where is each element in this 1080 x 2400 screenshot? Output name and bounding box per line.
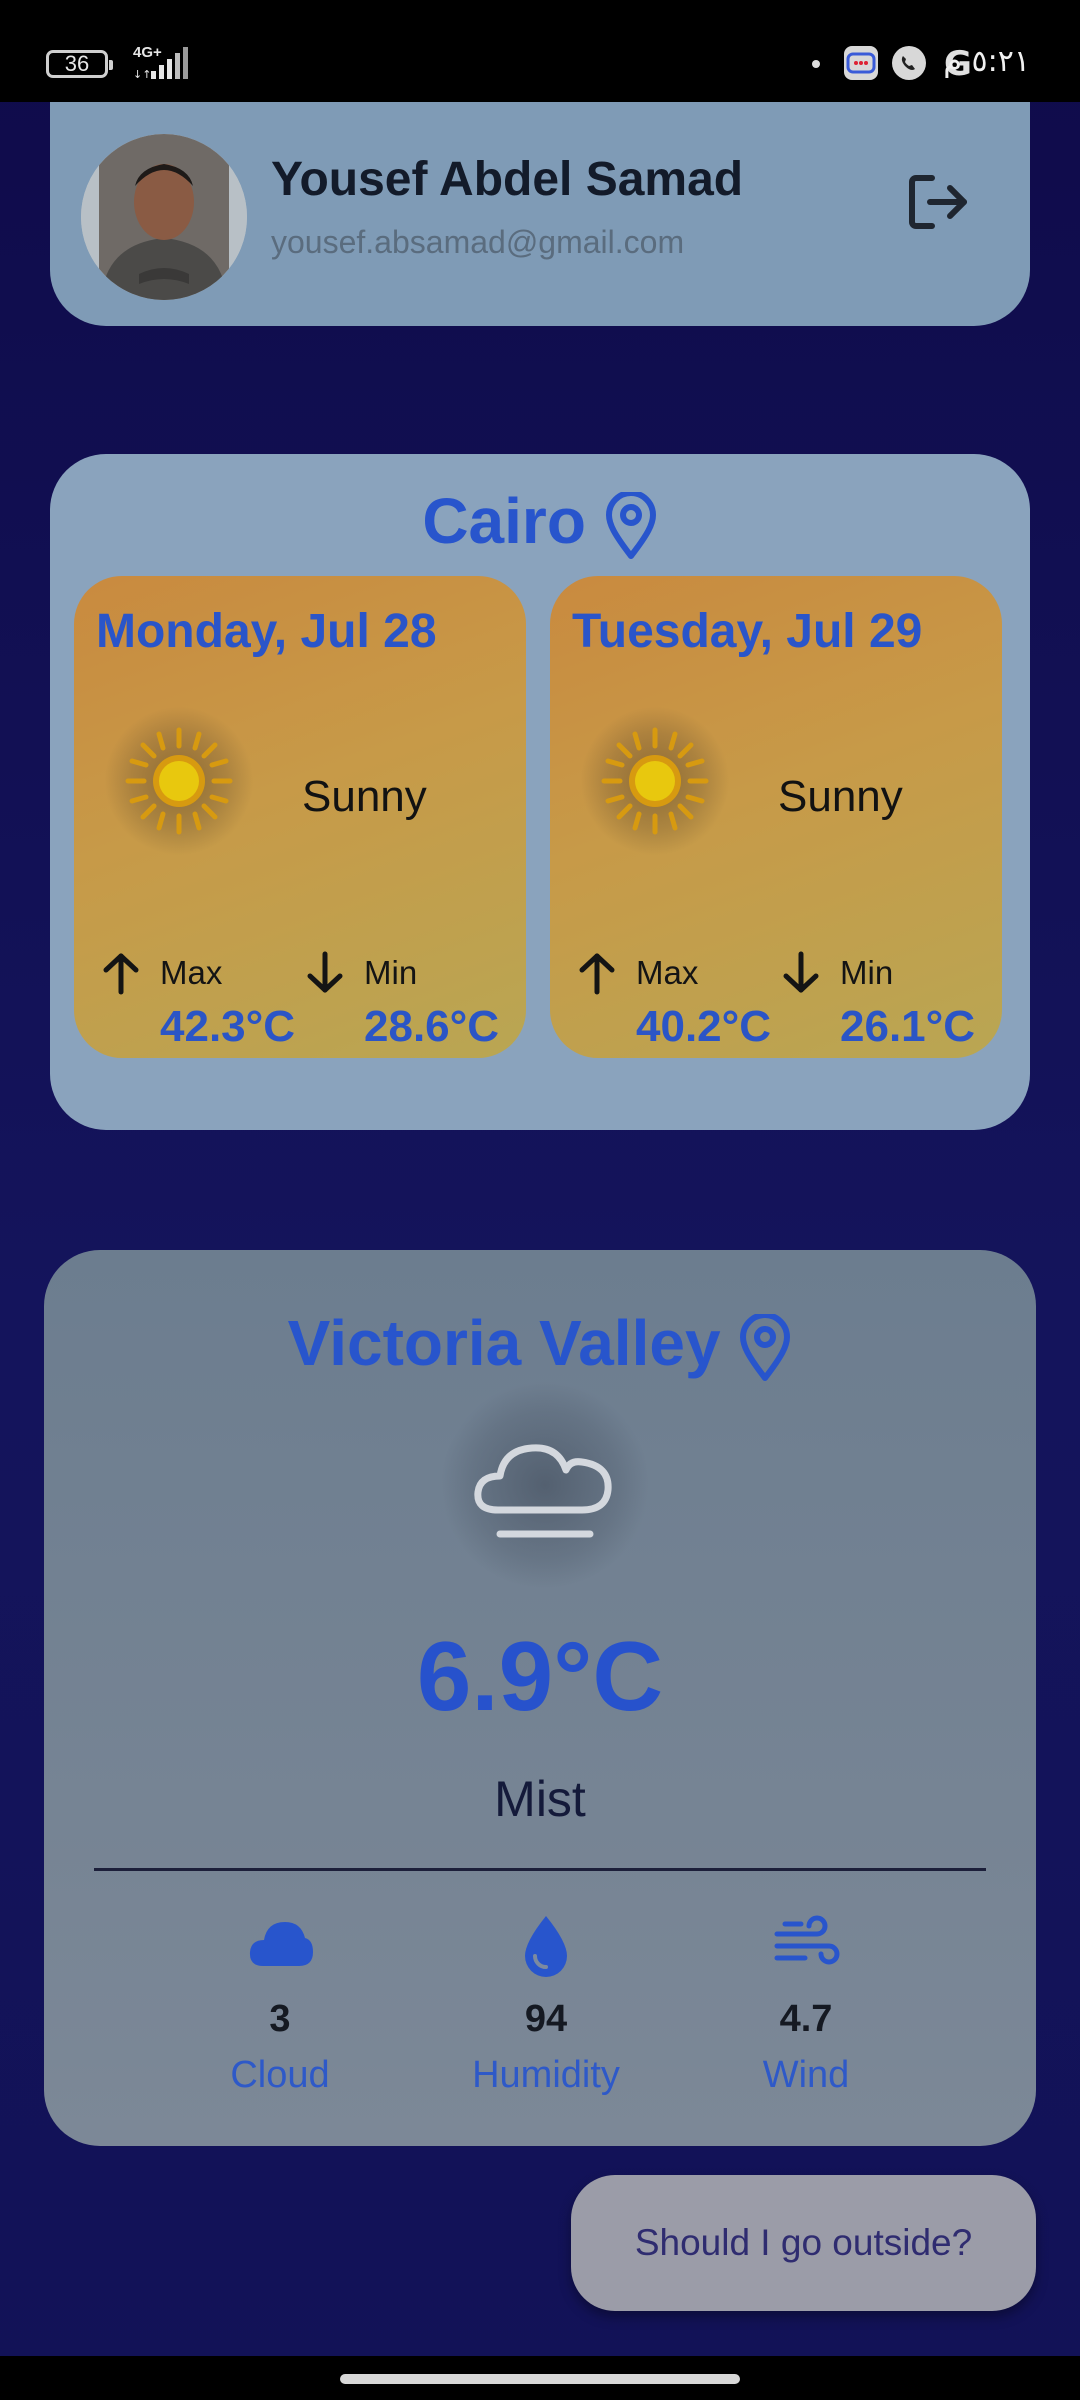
notification-dot-icon [812,60,820,68]
water-drop-icon [525,1916,567,1977]
wind-value: 4.7 [779,1998,833,2040]
wind-icon [774,1915,840,1965]
arrow-up-icon [103,953,139,995]
sun-icon [104,706,254,856]
humidity-value: 94 [524,1998,568,2040]
city-name: Cairo [422,485,586,557]
svg-text:↓↑: ↓↑ [133,68,151,81]
forecast-day-card[interactable]: Tuesday, Jul 29 Sunny Max 40.2°C Min 26.… [550,576,1002,1058]
current-city-title: Victoria Valley [44,1306,1036,1382]
clock: ٥:٢١ م [943,44,1030,79]
min-value: 28.6°C [364,1002,500,1051]
battery-icon: 36 [46,50,113,78]
forecast-date: Tuesday, Jul 29 [572,605,923,658]
location-pin-icon [740,1314,791,1382]
cairo-forecast-card: Cairo Monday, Jul 28 Sunny Max 42.3°C Mi… [50,454,1030,1130]
min-temperature: Min 26.1°C [778,950,978,1051]
current-condition: Mist [494,1771,586,1827]
divider [94,1868,986,1871]
max-temperature: Max 40.2°C [574,950,774,1051]
forecast-condition: Sunny [778,772,903,821]
cloud-label: Cloud [230,2054,330,2096]
whatsapp-icon [892,46,926,80]
wind-label: Wind [762,2054,850,2096]
max-temperature: Max 42.3°C [98,950,298,1051]
min-label: Min [840,954,894,991]
forecast-date: Monday, Jul 28 [96,605,437,658]
navigation-bar [0,2356,1080,2400]
cloud-stat: 3 Cloud [160,1910,400,2110]
max-value: 40.2°C [636,1002,772,1051]
arrow-down-icon [307,951,343,993]
forecast-condition: Sunny [302,772,427,821]
current-weather-card: Victoria Valley 6.9°C Mist 3 Cloud 94 Hu… [44,1250,1036,2146]
cloud-icon [249,1922,313,1966]
logout-icon[interactable] [902,166,974,238]
wind-stat: 4.7 Wind [686,1910,926,2110]
humidity-stat: 94 Humidity [426,1910,666,2110]
max-label: Max [636,954,699,991]
current-temperature: 6.9°C [416,1621,664,1731]
min-value: 26.1°C [840,1002,976,1051]
avatar[interactable] [81,134,247,300]
cloud-value: 3 [269,1998,291,2040]
arrow-down-icon [783,951,819,993]
cairo-city-title: Cairo [50,484,1030,560]
forecast-day-card[interactable]: Monday, Jul 28 Sunny Max 42.3°C Min 28.6… [74,576,526,1058]
location-pin-icon [605,492,656,560]
arrow-up-icon [579,953,615,995]
humidity-label: Humidity [472,2054,620,2096]
should-i-go-outside-button[interactable]: Should I go outside? [571,2175,1036,2311]
max-value: 42.3°C [160,1002,296,1051]
min-label: Min [364,954,418,991]
status-bar: 36 4G+ ↓↑ G ٥:٢١ م [0,0,1080,102]
sun-icon [580,706,730,856]
profile-card: Yousef Abdel Samad yousef.absamad@gmail.… [50,102,1030,326]
battery-level: 36 [64,51,90,76]
app-notification-icon [844,46,878,80]
mist-icon [474,1444,612,1538]
user-name: Yousef Abdel Samad [271,153,744,206]
city-name: Victoria Valley [287,1307,721,1379]
user-email: yousef.absamad@gmail.com [271,224,685,260]
signal-icon: 4G+ ↓↑ [133,45,193,81]
max-label: Max [160,954,223,991]
home-indicator[interactable] [340,2374,740,2384]
min-temperature: Min 28.6°C [302,950,502,1051]
